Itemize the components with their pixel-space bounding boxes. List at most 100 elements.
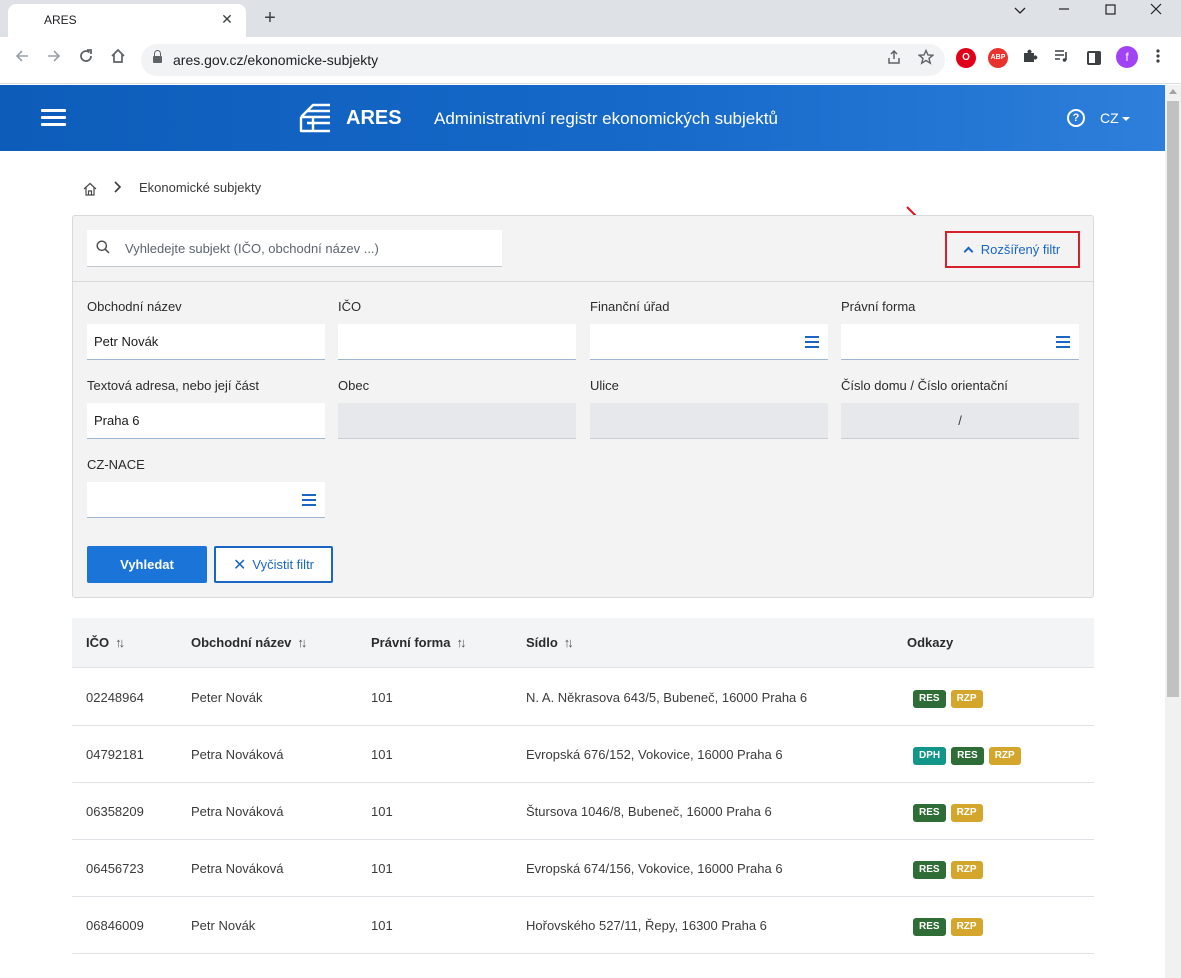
tab-title: ARES bbox=[44, 13, 77, 27]
minimize-icon[interactable] bbox=[997, 0, 1043, 22]
back-icon[interactable] bbox=[10, 47, 34, 71]
cell-name[interactable]: Petra Nováková bbox=[191, 747, 284, 762]
scroll-thumb[interactable] bbox=[1167, 101, 1179, 697]
maximize-icon[interactable] bbox=[1087, 0, 1133, 22]
cell-address: Evropská 674/156, Vokovice, 16000 Praha … bbox=[526, 861, 783, 876]
res-badge[interactable]: RES bbox=[913, 804, 946, 822]
sort-icon[interactable]: ↑↓ bbox=[456, 635, 466, 650]
column-header-address-label: Sídlo bbox=[526, 635, 558, 650]
address-bar[interactable]: ares.gov.cz/ekonomicke-subjekty bbox=[141, 44, 945, 76]
cell-ico[interactable]: 06358209 bbox=[86, 804, 144, 819]
links-cell: RES RZP bbox=[913, 916, 988, 936]
home-browser-icon[interactable] bbox=[106, 47, 130, 71]
field-textova-adresa-value[interactable]: Praha 6 bbox=[94, 413, 140, 428]
res-badge[interactable]: RES bbox=[913, 690, 946, 708]
label-ico: IČO bbox=[338, 299, 362, 314]
cell-ico[interactable]: 04792181 bbox=[86, 747, 144, 762]
url-text[interactable]: ares.gov.cz/ekonomicke-subjekty bbox=[173, 52, 378, 68]
cell-ico[interactable]: 06846009 bbox=[86, 918, 144, 933]
cell-ico[interactable]: 02248964 bbox=[86, 690, 144, 705]
ares-logo-text[interactable]: ARES bbox=[346, 107, 402, 130]
search-box[interactable] bbox=[87, 230, 502, 267]
table-row[interactable]: 06456723 Petra Nováková 101 Evropská 674… bbox=[72, 840, 1094, 897]
field-obchodni-nazev-value[interactable]: Petr Novák bbox=[94, 334, 158, 349]
bookmark-star-icon[interactable] bbox=[915, 48, 937, 71]
home-icon[interactable] bbox=[82, 181, 98, 197]
minimize-window-icon[interactable] bbox=[1041, 0, 1087, 22]
column-header-name[interactable]: Obchodní název ↑↓ bbox=[191, 635, 307, 650]
extensions-puzzle-icon[interactable] bbox=[1020, 48, 1040, 68]
lock-icon[interactable] bbox=[153, 50, 162, 64]
forward-icon[interactable] bbox=[42, 47, 66, 71]
browser-tab[interactable]: ARES ✕ bbox=[8, 4, 246, 37]
table-row[interactable]: 04792181 Petra Nováková 101 Evropská 676… bbox=[72, 726, 1094, 783]
table-row[interactable]: 06358209 Petra Nováková 101 Štursova 104… bbox=[72, 783, 1094, 840]
column-header-name-label: Obchodní název bbox=[191, 635, 292, 650]
cell-form: 101 bbox=[371, 861, 393, 876]
list-icon[interactable] bbox=[302, 494, 316, 506]
sort-icon[interactable]: ↑↓ bbox=[297, 635, 307, 650]
share-icon[interactable] bbox=[883, 49, 905, 71]
field-financni-urad[interactable] bbox=[590, 324, 828, 360]
media-control-icon[interactable] bbox=[1051, 48, 1071, 68]
field-pravni-forma[interactable] bbox=[841, 324, 1079, 360]
list-icon[interactable] bbox=[1056, 336, 1070, 348]
cell-name[interactable]: Peter Novák bbox=[191, 690, 263, 705]
field-ico[interactable] bbox=[338, 324, 576, 360]
cell-name[interactable]: Petr Novák bbox=[191, 918, 255, 933]
dph-badge[interactable]: DPH bbox=[913, 747, 947, 765]
res-badge[interactable]: RES bbox=[913, 918, 946, 936]
side-panel-icon[interactable] bbox=[1084, 48, 1104, 68]
tab-close-icon[interactable]: ✕ bbox=[218, 10, 236, 28]
field-textova-adresa[interactable]: Praha 6 bbox=[87, 403, 325, 439]
profile-avatar[interactable]: f bbox=[1116, 46, 1138, 68]
table-row[interactable]: 02248964 Peter Novák 101 N. A. Někrasova… bbox=[72, 669, 1094, 726]
label-obchodni-nazev: Obchodní název bbox=[87, 299, 182, 314]
search-input[interactable] bbox=[125, 230, 495, 267]
column-header-address[interactable]: Sídlo ↑↓ bbox=[526, 635, 574, 650]
advanced-filter-button[interactable]: Rozšířený filtr bbox=[945, 231, 1080, 268]
chevron-up-icon bbox=[963, 246, 974, 257]
list-icon[interactable] bbox=[805, 336, 819, 348]
search-button[interactable]: Vyhledat bbox=[87, 546, 207, 583]
res-badge[interactable]: RES bbox=[913, 861, 946, 879]
res-badge[interactable]: RES bbox=[951, 747, 984, 765]
rzp-badge[interactable]: RZP bbox=[950, 690, 983, 708]
scroll-up-icon[interactable] bbox=[1169, 89, 1177, 94]
table-row[interactable]: 06846009 Petr Novák 101 Hořovského 527/1… bbox=[72, 897, 1094, 954]
browser-toolbar: ares.gov.cz/ekonomicke-subjekty O ABP f bbox=[0, 37, 1181, 84]
label-cislo-domu: Číslo domu / Číslo orientační bbox=[841, 378, 1008, 393]
label-ulice: Ulice bbox=[590, 378, 619, 393]
caret-down-icon[interactable] bbox=[1122, 117, 1130, 121]
rzp-badge[interactable]: RZP bbox=[988, 747, 1021, 765]
column-header-form-label: Právní forma bbox=[371, 635, 451, 650]
cell-ico[interactable]: 06456723 bbox=[86, 861, 144, 876]
help-icon[interactable]: ? bbox=[1067, 109, 1085, 127]
reload-icon[interactable] bbox=[74, 47, 98, 71]
sort-icon[interactable]: ↑↓ bbox=[564, 635, 574, 650]
browser-menu-icon[interactable] bbox=[1148, 48, 1168, 68]
field-obchodni-nazev[interactable]: Petr Novák bbox=[87, 324, 325, 360]
language-selector[interactable]: CZ bbox=[1100, 110, 1119, 126]
new-tab-button[interactable]: + bbox=[259, 6, 281, 30]
page-scrollbar[interactable] bbox=[1165, 85, 1181, 978]
column-header-ico[interactable]: IČO ↑↓ bbox=[86, 635, 125, 650]
rzp-badge[interactable]: RZP bbox=[950, 861, 983, 879]
rzp-badge[interactable]: RZP bbox=[950, 804, 983, 822]
field-cz-nace[interactable] bbox=[87, 482, 325, 518]
chevron-right-icon bbox=[112, 180, 122, 197]
ares-logo-icon[interactable] bbox=[299, 103, 332, 133]
cell-name[interactable]: Petra Nováková bbox=[191, 861, 284, 876]
column-header-form[interactable]: Právní forma ↑↓ bbox=[371, 635, 466, 650]
cell-name[interactable]: Petra Nováková bbox=[191, 804, 284, 819]
close-window-icon[interactable] bbox=[1133, 0, 1179, 22]
clear-filter-button[interactable]: ✕ Vyčistit filtr bbox=[214, 546, 333, 583]
links-cell: RES RZP bbox=[913, 859, 988, 879]
sort-icon[interactable]: ↑↓ bbox=[115, 635, 125, 650]
header-title: Administrativní registr ekonomických sub… bbox=[434, 109, 778, 128]
hamburger-menu-icon[interactable] bbox=[41, 109, 66, 127]
adblock-extension-icon[interactable]: ABP bbox=[988, 48, 1008, 68]
cell-form: 101 bbox=[371, 690, 393, 705]
rzp-badge[interactable]: RZP bbox=[950, 918, 983, 936]
opera-extension-icon[interactable]: O bbox=[956, 48, 976, 68]
